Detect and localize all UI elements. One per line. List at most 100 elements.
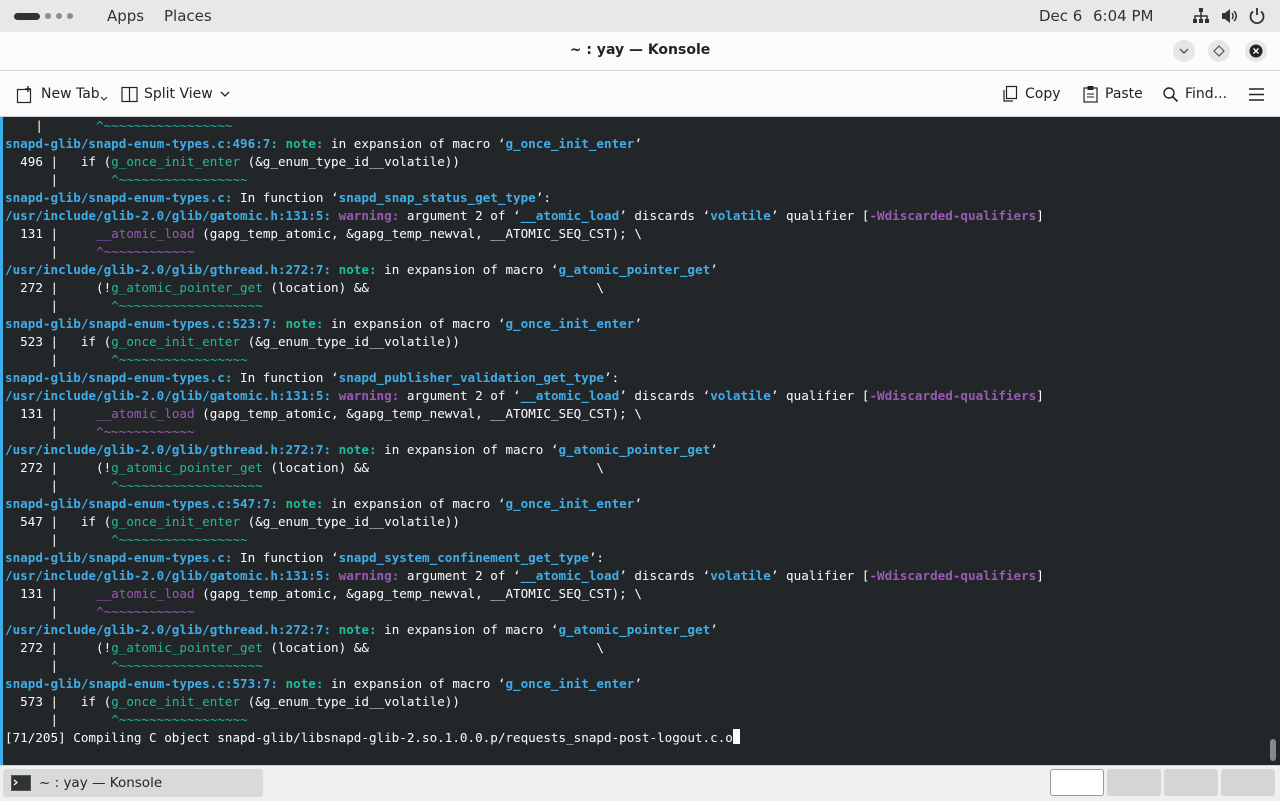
split-view-button[interactable]: Split View — [121, 83, 231, 105]
terminal-text: ^~~~~~~~~~~~~~~~~~ — [96, 118, 233, 133]
terminal-line: 272 | (!g_atomic_pointer_get (location) … — [5, 639, 1044, 657]
terminal-text: snapd-glib/snapd-enum-types.c:496:7: — [5, 136, 286, 151]
paste-button[interactable]: Paste — [1082, 83, 1143, 105]
split-view-icon — [121, 86, 138, 102]
maximize-button[interactable] — [1208, 40, 1230, 62]
volume-icon[interactable] — [1220, 7, 1238, 25]
terminal-text: snapd_system_confinement_get_type — [338, 550, 589, 565]
terminal-text: ’ — [710, 262, 718, 277]
close-button[interactable] — [1245, 40, 1267, 62]
terminal-text: In function ‘ — [240, 190, 339, 205]
terminal-line: /usr/include/glib-2.0/glib/gatomic.h:131… — [5, 387, 1044, 405]
terminal-line: | ^~~~~~~~~~~~~ — [5, 243, 1044, 261]
find-button[interactable]: Find... — [1162, 83, 1227, 105]
terminal-text: g_once_init_enter — [505, 496, 635, 511]
terminal-text: ^~~~~~~~~~~~~ — [96, 424, 195, 439]
clock-time[interactable]: 6:04 PM — [1093, 6, 1153, 26]
terminal-text: __atomic_load — [96, 586, 195, 601]
terminal-text: volatile — [710, 208, 771, 223]
terminal-line: 131 | __atomic_load (gapg_temp_atomic, &… — [5, 225, 1044, 243]
terminal-text: ’ qualifier [ — [770, 208, 870, 223]
window-titlebar[interactable]: ~ : yay — Konsole — [0, 32, 1280, 71]
terminal-text: | — [5, 244, 96, 259]
terminal-text: [71/205] Compiling C object snapd-glib/l… — [5, 730, 733, 745]
terminal-line: 547 | if (g_once_init_enter (&g_enum_typ… — [5, 513, 1044, 531]
terminal-text: (location) && \ — [262, 460, 605, 475]
dropdown-arrow-icon — [100, 96, 108, 101]
terminal-line: | ^~~~~~~~~~~~~ — [5, 423, 1044, 441]
window-title: ~ : yay — Konsole — [569, 42, 711, 58]
terminal-text: snapd-glib/snapd-enum-types.c: — [5, 550, 241, 565]
workspace-3[interactable] — [1164, 769, 1218, 796]
terminal-text: ’: — [535, 190, 551, 205]
terminal-text: ^~~~~~~~~~~~~~~~~~ — [111, 172, 248, 187]
terminal-text: g_once_init_enter — [505, 136, 635, 151]
terminal-text: __atomic_load — [520, 208, 620, 223]
terminal-text: g_once_init_enter — [505, 676, 635, 691]
terminal-text: argument 2 of ‘ — [406, 208, 521, 223]
power-icon[interactable] — [1248, 7, 1266, 25]
terminal-text: 523 | if ( — [5, 334, 112, 349]
terminal-text: g_atomic_pointer_get — [558, 442, 711, 457]
workspace-2[interactable] — [1107, 769, 1161, 796]
terminal-text: ^~~~~~~~~~~~~~~~~~ — [111, 532, 248, 547]
terminal-text: ^~~~~~~~~~~~~~~~~~ — [111, 712, 248, 727]
terminal-text: in expansion of macro ‘ — [331, 496, 506, 511]
terminal-text: g_once_init_enter — [111, 334, 241, 349]
terminal-line: /usr/include/glib-2.0/glib/gthread.h:272… — [5, 441, 1044, 459]
terminal-text: ^~~~~~~~~~~~~ — [96, 244, 195, 259]
terminal-line: snapd-glib/snapd-enum-types.c: In functi… — [5, 549, 1044, 567]
activities-indicator[interactable] — [14, 12, 73, 20]
terminal-text: ^~~~~~~~~~~~~~~~~~~~ — [111, 478, 263, 493]
taskbar-konsole-task[interactable]: ~ : yay — Konsole — [3, 769, 263, 797]
terminal-text: (&g_enum_type_id__volatile)) — [240, 154, 460, 169]
terminal-line: /usr/include/glib-2.0/glib/gatomic.h:131… — [5, 207, 1044, 225]
terminal-view[interactable]: | ^~~~~~~~~~~~~~~~~~ snapd-glib/snapd-enu… — [0, 117, 1280, 765]
hamburger-menu-button[interactable] — [1248, 83, 1265, 105]
apps-menu[interactable]: Apps — [107, 6, 144, 26]
terminal-text: | — [5, 604, 96, 619]
diamond-icon — [1213, 45, 1225, 57]
terminal-line: snapd-glib/snapd-enum-types.c:496:7: not… — [5, 135, 1044, 153]
workspace-dot — [67, 13, 73, 19]
new-tab-button[interactable]: New Tab — [16, 83, 108, 105]
terminal-text: g_once_init_enter — [111, 154, 241, 169]
terminal-icon — [11, 775, 31, 791]
terminal-text: snapd-glib/snapd-enum-types.c: — [5, 370, 241, 385]
terminal-text: ’ — [634, 316, 642, 331]
terminal-text: 131 | — [5, 226, 96, 241]
places-menu[interactable]: Places — [164, 6, 212, 26]
terminal-text: g_atomic_pointer_get — [111, 640, 263, 655]
terminal-line: snapd-glib/snapd-enum-types.c: In functi… — [5, 189, 1044, 207]
terminal-text: /usr/include/glib-2.0/glib/gthread.h:272… — [5, 622, 339, 637]
terminal-text: | — [5, 118, 96, 133]
network-icon[interactable] — [1192, 7, 1210, 25]
terminal-line: | ^~~~~~~~~~~~~ — [5, 603, 1044, 621]
terminal-text: | — [5, 424, 96, 439]
terminal-text: (&g_enum_type_id__volatile)) — [240, 514, 460, 529]
hamburger-menu-icon — [1249, 87, 1264, 101]
terminal-line: snapd-glib/snapd-enum-types.c:523:7: not… — [5, 315, 1044, 333]
terminal-line: 131 | __atomic_load (gapg_temp_atomic, &… — [5, 585, 1044, 603]
top-bar: Apps Places Dec 6 6:04 PM — [0, 0, 1280, 32]
workspace-1[interactable] — [1050, 769, 1104, 796]
paste-label: Paste — [1105, 86, 1143, 102]
paste-icon — [1083, 86, 1098, 103]
terminal-text: g_once_init_enter — [111, 694, 241, 709]
workspace-4[interactable] — [1221, 769, 1275, 796]
new-tab-icon — [16, 85, 32, 103]
workspace-pill — [14, 12, 40, 20]
terminal-line: [71/205] Compiling C object snapd-glib/l… — [5, 729, 1044, 747]
terminal-text: ] — [1036, 208, 1044, 223]
terminal-text: volatile — [710, 568, 771, 583]
terminal-line: | ^~~~~~~~~~~~~~~~~~ — [5, 117, 1044, 135]
copy-button[interactable]: Copy — [1001, 83, 1061, 105]
clock-date[interactable]: Dec 6 — [1039, 6, 1082, 26]
terminal-text: ’ discards ‘ — [619, 208, 711, 223]
terminal-text: | — [5, 298, 112, 313]
close-icon — [1249, 44, 1263, 58]
terminal-text: -Wdiscarded-qualifiers — [869, 568, 1037, 583]
terminal-text: g_once_init_enter — [505, 316, 635, 331]
minimize-button[interactable] — [1173, 40, 1195, 62]
scrollbar-thumb[interactable] — [1270, 739, 1276, 761]
